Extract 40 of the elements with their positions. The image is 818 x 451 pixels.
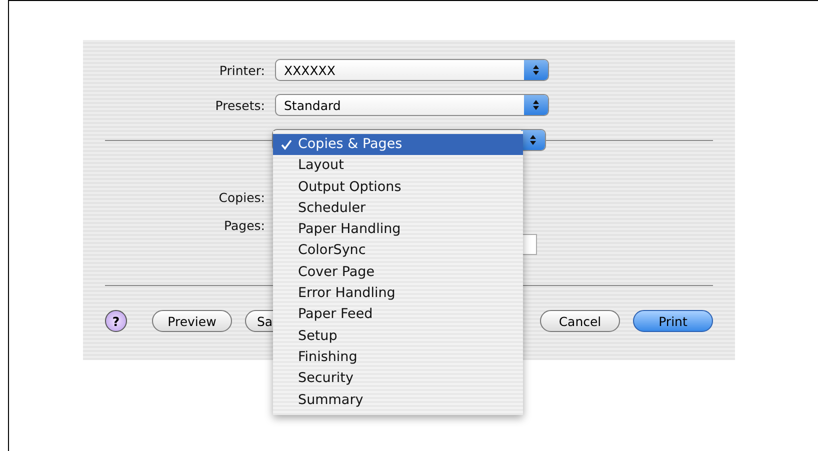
menu-item[interactable]: Copies & Pages: [273, 134, 523, 156]
menu-item-label: Paper Handling: [298, 220, 401, 240]
menu-item[interactable]: Output Options: [273, 176, 523, 198]
cancel-button[interactable]: Cancel: [540, 310, 620, 332]
help-button[interactable]: ?: [105, 310, 127, 332]
menu-item[interactable]: Scheduler: [273, 198, 523, 220]
menu-item-label: Paper Feed: [298, 305, 373, 324]
copies-label: Copies:: [218, 190, 265, 204]
menu-item-label: Summary: [298, 390, 364, 410]
menu-item-label: Finishing: [298, 348, 358, 367]
printer-popup[interactable]: XXXXXX: [275, 59, 549, 81]
menu-item[interactable]: Security: [273, 368, 523, 390]
menu-item[interactable]: ColorSync: [273, 240, 523, 262]
pages-label: Pages:: [223, 218, 265, 232]
menu-item-label: Security: [298, 369, 354, 388]
menu-item[interactable]: Setup: [273, 326, 523, 347]
menu-item[interactable]: Layout: [273, 155, 523, 177]
menu-item-label: Output Options: [298, 178, 402, 197]
menu-item[interactable]: Paper Handling: [273, 219, 523, 240]
stepper-arrows-icon: [521, 130, 545, 150]
menu-item-label: Error Handling: [298, 284, 396, 304]
print-button[interactable]: Print: [633, 310, 713, 332]
preview-button[interactable]: Preview: [152, 310, 232, 332]
checkmark-icon: [281, 139, 292, 150]
menu-item[interactable]: Error Handling: [273, 283, 523, 304]
menu-item-label: Copies & Pages: [298, 135, 402, 154]
menu-item[interactable]: Finishing: [273, 346, 523, 368]
menu-item[interactable]: Cover Page: [273, 262, 523, 284]
stepper-arrows-icon: [524, 60, 548, 80]
menu-item[interactable]: Paper Feed: [273, 304, 523, 326]
presets-popup[interactable]: Standard: [275, 94, 549, 116]
menu-item-label: Cover Page: [298, 262, 375, 282]
menu-item-label: ColorSync: [298, 241, 366, 260]
presets-label: Presets:: [214, 98, 265, 112]
menu-item[interactable]: Summary: [273, 390, 523, 411]
menu-item-label: Layout: [298, 156, 344, 176]
menu-item-label: Scheduler: [298, 198, 366, 218]
menu-item-label: Setup: [298, 326, 338, 346]
printer-label: Printer:: [218, 62, 265, 78]
stepper-arrows-icon: [524, 95, 548, 115]
